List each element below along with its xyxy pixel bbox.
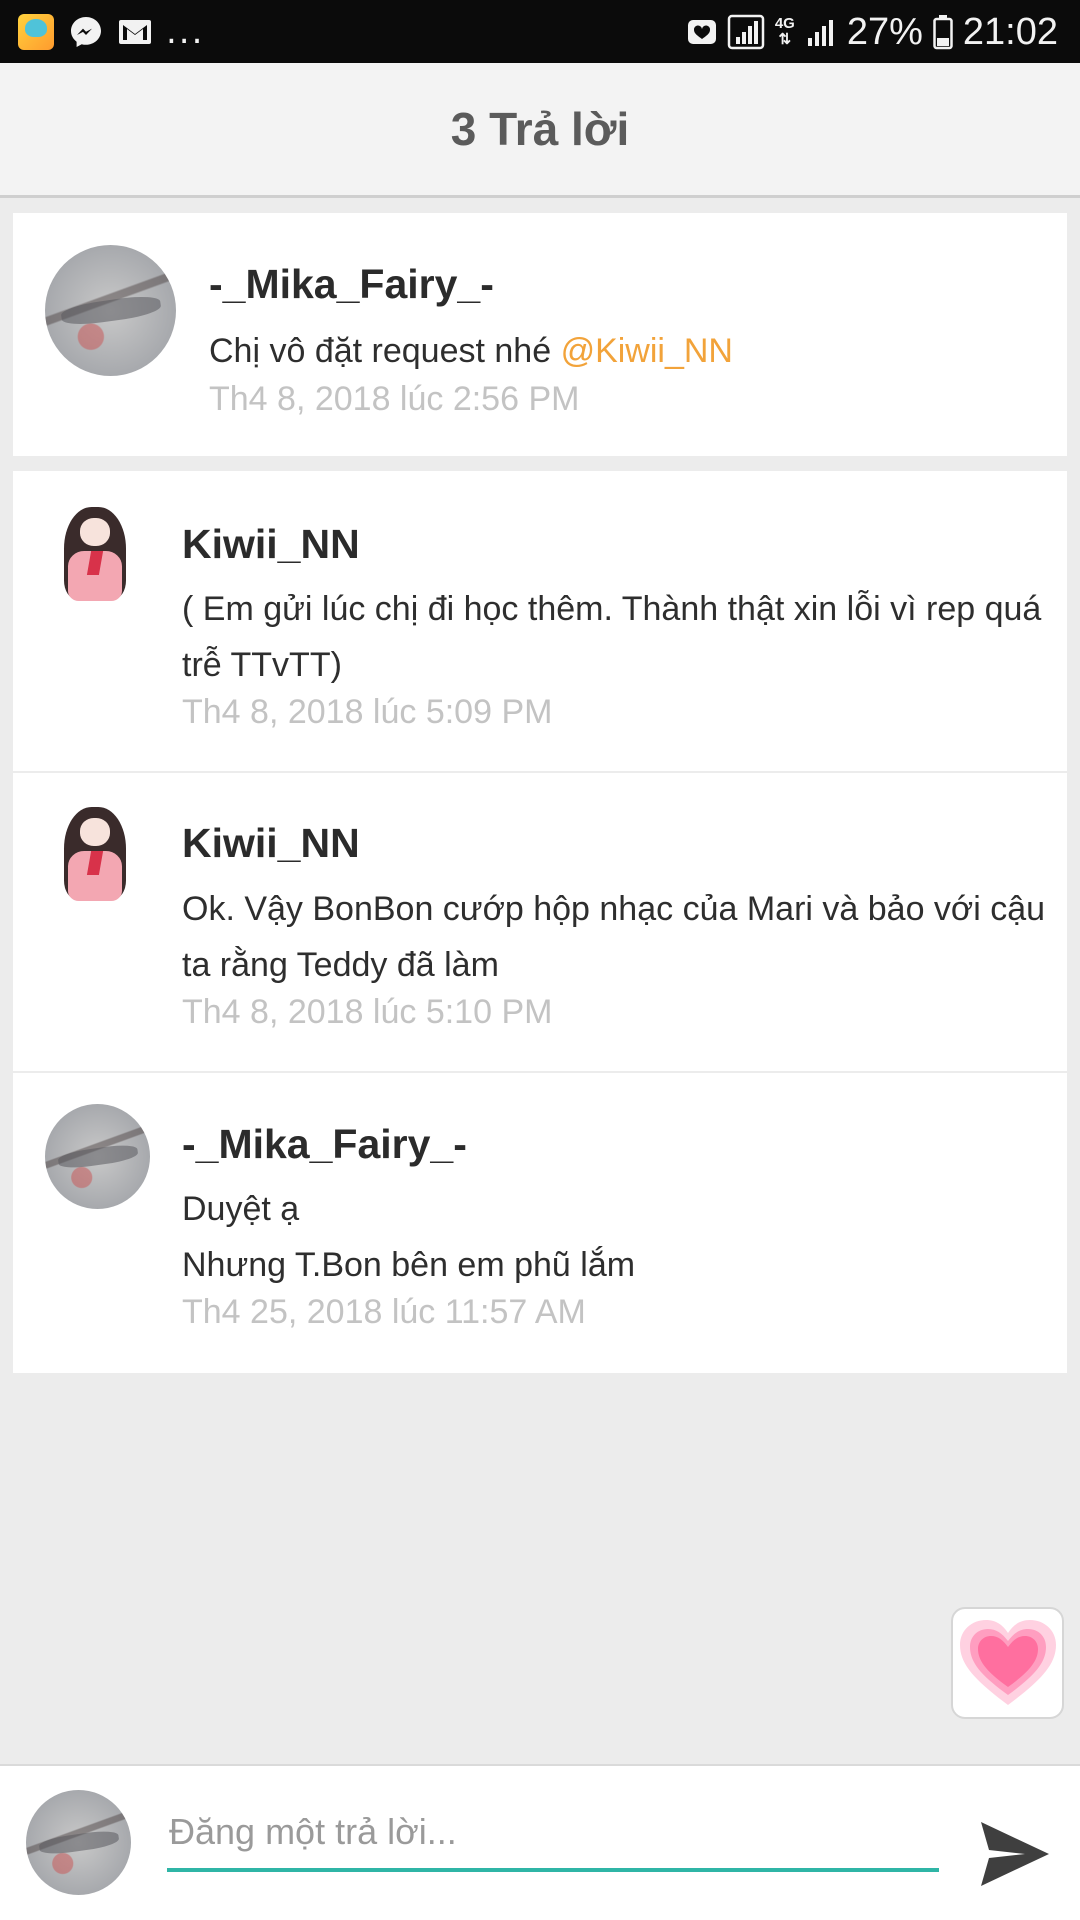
reply-text-line: Duyệt ạ [182,1190,300,1228]
like-button[interactable] [951,1607,1064,1719]
reply-author[interactable]: -_Mika_Fairy_- [182,1121,467,1168]
reply-item[interactable]: -_Mika_Fairy_- Chị vô đặt request nhé @K… [13,213,1067,456]
clock: 21:02 [962,10,1058,53]
reply-author[interactable]: Kiwii_NN [182,820,360,867]
battery-percent: 27% [846,10,923,53]
signal-sim1-icon [727,14,765,50]
reply-item[interactable]: Kiwii_NN ( Em gửi lúc chị đi học thêm. T… [13,471,1067,771]
current-user-avatar [26,1790,131,1895]
send-icon [981,1822,1049,1886]
reply-timestamp: Th4 8, 2018 lúc 5:09 PM [182,693,553,731]
avatar[interactable] [47,800,143,910]
reply-text-line: Nhưng T.Bon bên em phũ lắm [182,1246,636,1284]
page-title: 3 Trả lời [450,103,630,155]
reply-input[interactable] [167,1796,939,1872]
signal-sim2-icon [807,20,833,46]
reply-author[interactable]: -_Mika_Fairy_- [209,261,494,308]
mail-icon [119,20,151,44]
reply-text: Duyệt ạ Nhưng T.Bon bên em phũ lắm [182,1181,1052,1293]
messenger-icon [71,17,101,47]
top-bar: 3 Trả lời [0,63,1080,198]
replies-list: Kiwii_NN ( Em gửi lúc chị đi học thêm. T… [13,471,1067,1373]
reply-card: -_Mika_Fairy_- Chị vô đặt request nhé @K… [13,213,1067,456]
avatar[interactable] [45,245,176,376]
reply-item[interactable]: Kiwii_NN Ok. Vậy BonBon cướp hộp nhạc củ… [13,773,1067,1071]
reply-text: ( Em gửi lúc chị đi học thêm. Thành thật… [182,590,1042,684]
reply-author[interactable]: Kiwii_NN [182,521,360,568]
system-icons: 4G ⇅ 27% 21:02 [687,10,1058,54]
reply-timestamp: Th4 8, 2018 lúc 2:56 PM [209,380,580,418]
network-type: 4G ⇅ [774,15,795,48]
avatar[interactable] [45,1104,150,1209]
reply-text: Ok. Vậy BonBon cướp hộp nhạc của Mari và… [182,890,1046,984]
more-notifications: ... [166,12,205,52]
reply-text: Chị vô đặt request nhé @Kiwii_NN [209,323,1039,379]
mention-link[interactable]: @Kiwii_NN [561,332,733,370]
heart-icon [959,1620,1056,1705]
send-button[interactable] [975,1814,1055,1894]
reply-item[interactable]: -_Mika_Fairy_- Duyệt ạ Nhưng T.Bon bên e… [13,1073,1067,1373]
status-bar: ... 4G ⇅ 27% 21:02 [0,0,1080,63]
reply-timestamp: Th4 25, 2018 lúc 11:57 AM [182,1293,586,1331]
notification-icons: ... [18,14,204,50]
avatar[interactable] [47,500,143,610]
app-notification-icon [18,14,54,50]
screen-cast-icon [687,20,716,44]
reply-composer [0,1764,1080,1920]
battery-icon [933,15,953,50]
reply-timestamp: Th4 8, 2018 lúc 5:10 PM [182,993,553,1031]
reply-text-content: Chị vô đặt request nhé [209,332,561,370]
